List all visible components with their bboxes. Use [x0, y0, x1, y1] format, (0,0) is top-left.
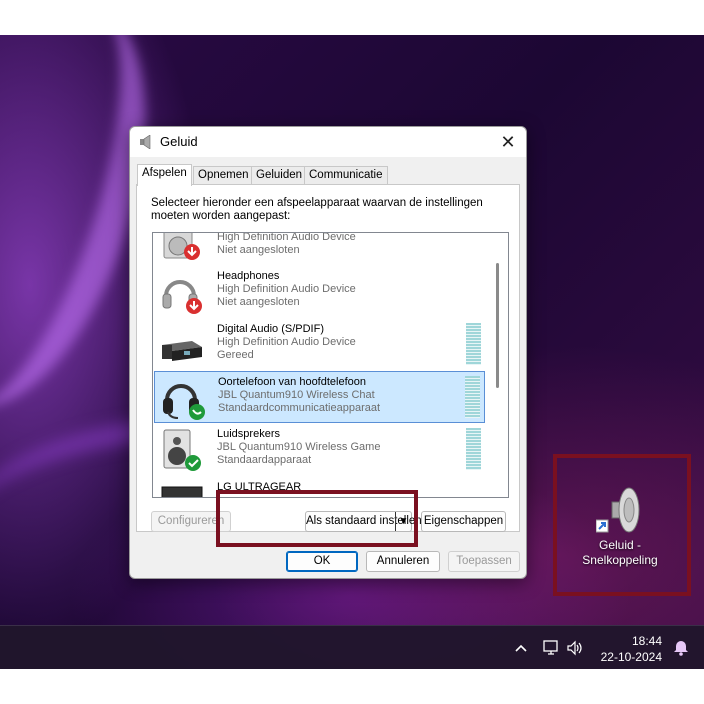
device-name: Oortelefoon van hoofdtelefoon	[218, 376, 367, 388]
speaker-disconnected-icon	[163, 233, 200, 260]
device-name: Digital Audio (S/PDIF)	[217, 323, 324, 335]
tab-opnemen[interactable]: Opnemen	[193, 166, 254, 185]
device-driver: High Definition Audio Device	[217, 336, 356, 348]
instructions-text: Selecteer hieronder een afspeelapparaat …	[151, 197, 483, 222]
playback-device-list[interactable]: High Definition Audio Device Niet aanges…	[152, 232, 509, 498]
list-item-speaker-hd[interactable]: High Definition Audio Device Niet aanges…	[154, 232, 485, 266]
device-status: Niet aangesloten	[217, 244, 300, 256]
shortcut-label-line1: Geluid -	[598, 538, 642, 552]
list-item-speakers[interactable]: Luidsprekers JBL Quantum910 Wireless Gam…	[154, 424, 485, 476]
notification-bell-icon[interactable]	[674, 640, 688, 656]
volume-icon[interactable]	[566, 640, 584, 656]
headset-phone-icon	[163, 384, 205, 420]
headphones-disconnected-icon	[162, 280, 202, 314]
list-item-headset-earphone[interactable]: Oortelefoon van hoofdtelefoon JBL Quantu…	[154, 371, 485, 423]
list-item-digital-audio[interactable]: Digital Audio (S/PDIF) High Definition A…	[154, 319, 485, 371]
device-driver: JBL Quantum910 Wireless Game	[217, 441, 381, 453]
digital-audio-icon	[162, 341, 202, 361]
volume-meter	[465, 376, 480, 418]
tab-panel-afspelen: Selecteer hieronder een afspeelapparaat …	[136, 184, 520, 532]
device-driver: JBL Quantum910 Wireless Chat	[218, 389, 375, 401]
chevron-up-icon[interactable]	[512, 640, 530, 656]
device-status: Standaardcommunicatieapparaat	[218, 402, 381, 414]
tab-geluiden[interactable]: Geluiden	[251, 166, 308, 185]
speaker-default-icon	[163, 429, 201, 471]
clock-date: 22-10-2024	[600, 650, 662, 664]
speaker-icon	[140, 135, 151, 149]
taskbar: 18:44 22-10-2024	[0, 625, 704, 669]
dialog-title: Geluid	[160, 134, 198, 149]
clock[interactable]: 18:44 22-10-2024	[601, 633, 662, 665]
speaker-shortcut-icon	[596, 487, 640, 533]
ok-button[interactable]: OK	[286, 551, 358, 572]
device-status: Gereed	[217, 349, 254, 361]
cancel-button[interactable]: Annuleren	[366, 551, 440, 572]
tab-communicatie[interactable]: Communicatie	[304, 166, 388, 185]
device-status: Standaardapparaat	[217, 454, 312, 466]
shortcut-label-line2: Snelkoppeling	[582, 553, 658, 567]
clock-time: 18:44	[631, 634, 662, 648]
title-bar[interactable]: Geluid ✕	[130, 127, 526, 157]
network-icon[interactable]	[542, 640, 560, 656]
device-driver: High Definition Audio Device	[217, 232, 356, 243]
tab-afspelen[interactable]: Afspelen	[137, 164, 192, 186]
properties-button[interactable]: Eigenschappen	[421, 511, 506, 532]
device-name: Luidsprekers	[217, 428, 280, 440]
device-driver: High Definition Audio Device	[217, 283, 356, 295]
device-status: Niet aangesloten	[217, 296, 300, 308]
device-list-scrollbar[interactable]	[488, 233, 508, 497]
device-name: Headphones	[217, 270, 280, 282]
apply-button[interactable]: Toepassen	[448, 551, 520, 572]
volume-meter	[466, 428, 481, 470]
list-item-headphones[interactable]: Headphones High Definition Audio Device …	[154, 266, 485, 318]
close-button[interactable]: ✕	[496, 130, 520, 154]
volume-meter	[466, 323, 481, 365]
highlight-box	[216, 490, 418, 547]
monitor-icon	[161, 486, 203, 497]
sound-shortcut[interactable]: Geluid - Snelkoppeling	[570, 486, 670, 568]
scroll-thumb[interactable]	[496, 263, 499, 388]
